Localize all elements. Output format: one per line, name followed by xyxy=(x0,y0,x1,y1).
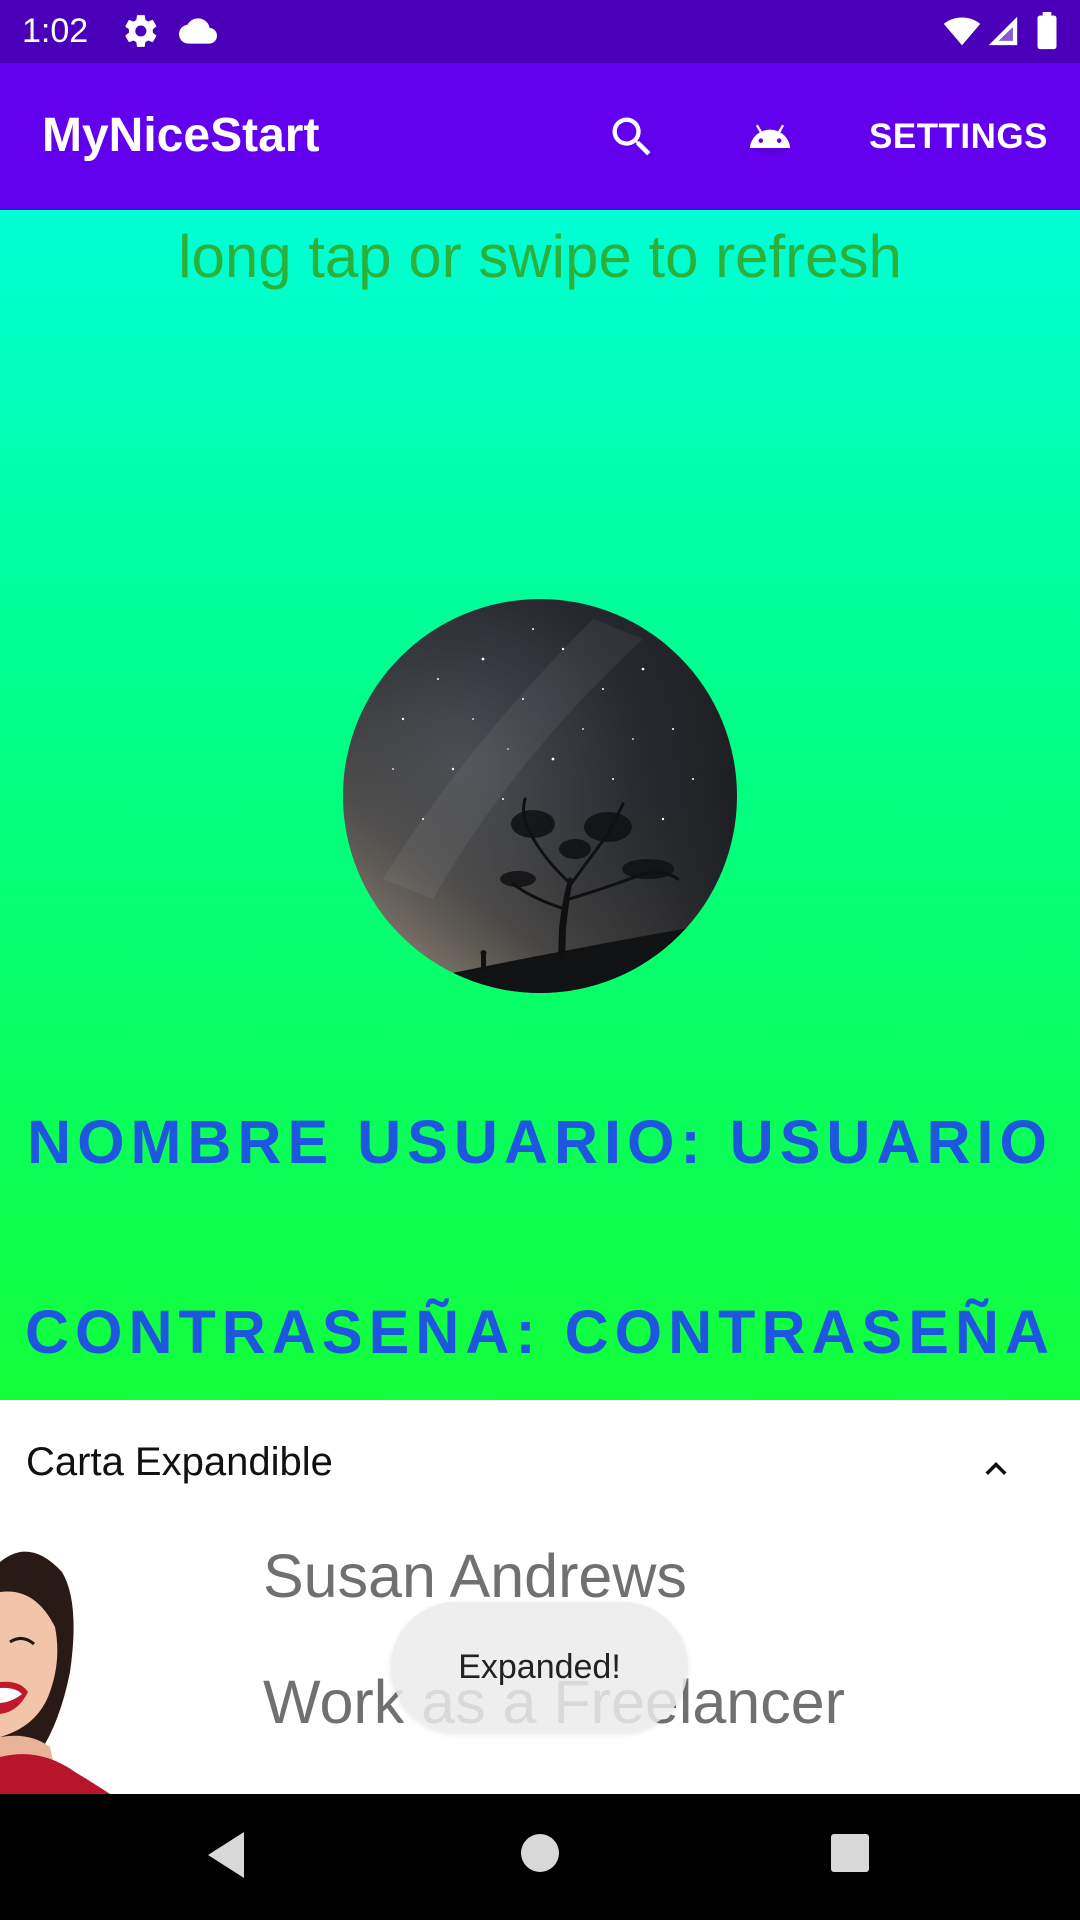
app-title: MyNiceStart xyxy=(42,109,320,162)
search-icon[interactable] xyxy=(606,111,658,167)
status-bar: 1:02 xyxy=(0,0,1080,63)
signal-icon xyxy=(986,12,1020,54)
battery-icon xyxy=(1036,12,1058,54)
back-icon[interactable] xyxy=(204,1830,248,1884)
toast-message: Expanded! xyxy=(391,1602,688,1732)
cloud-icon xyxy=(178,12,218,54)
refresh-hint: long tap or swipe to refresh xyxy=(178,223,902,290)
status-time: 1:02 xyxy=(22,12,89,50)
profile-image xyxy=(343,599,737,993)
recents-icon[interactable] xyxy=(830,1833,870,1877)
app-bar: MyNiceStart SETTINGS xyxy=(0,63,1080,210)
expandable-card[interactable]: Carta Expandible Susan Andrews Work Free… xyxy=(0,1400,1080,1794)
android-icon[interactable] xyxy=(748,115,792,163)
chevron-up-icon[interactable] xyxy=(975,1448,1017,1494)
gear-icon xyxy=(122,12,160,54)
navigation-bar xyxy=(0,1794,1080,1920)
profile-photo xyxy=(0,1532,120,1794)
password-label: CONTRASEÑA: CONTRASEÑA xyxy=(24,1298,1056,1366)
wifi-icon xyxy=(942,12,982,54)
settings-button[interactable]: SETTINGS xyxy=(869,115,1048,159)
home-icon[interactable] xyxy=(519,1832,561,1878)
card-title: Carta Expandible xyxy=(26,1440,333,1484)
username-label: NOMBRE USUARIO: USUARIO xyxy=(27,1108,1053,1176)
app-screen: 1:02 MyNiceStart SETTINGS long tap or sw… xyxy=(0,0,1080,1920)
main-content[interactable]: long tap or swipe to refresh NOMBRE USUA… xyxy=(0,210,1080,1400)
